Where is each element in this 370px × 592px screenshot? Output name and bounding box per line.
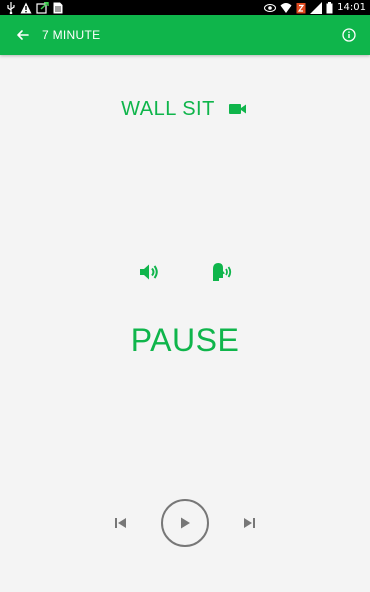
app-title: 7 MINUTE: [42, 28, 101, 42]
voice-toggle[interactable]: [210, 260, 234, 284]
exercise-header: WALL SIT: [0, 95, 370, 123]
voice-icon: [213, 263, 232, 281]
document-icon: [53, 2, 63, 13]
play-icon: [181, 517, 190, 529]
arrow-back-icon: [17, 30, 29, 40]
back-button[interactable]: [13, 25, 33, 45]
usb-icon: [7, 1, 15, 14]
info-icon: [342, 28, 356, 42]
play-button[interactable]: [161, 499, 209, 547]
video-button[interactable]: [227, 98, 249, 120]
info-button[interactable]: [340, 26, 358, 44]
volume-icon: [140, 264, 158, 280]
pause-button[interactable]: PAUSE: [0, 322, 370, 359]
exercise-name: WALL SIT: [121, 97, 215, 120]
status-right-icons: 14:01: [264, 1, 366, 14]
app-bar: 7 MINUTE: [0, 15, 370, 55]
signal-icon: [310, 1, 323, 14]
sync-icon: [36, 1, 49, 14]
wifi-icon: [280, 2, 292, 13]
status-left-icons: [6, 1, 63, 14]
previous-button[interactable]: [112, 514, 130, 532]
eye-icon: [264, 3, 277, 12]
status-bar: 14:01: [0, 0, 370, 15]
skip-next-icon: [244, 518, 255, 528]
warning-icon: [20, 2, 32, 13]
battery-icon: [326, 1, 333, 13]
videocam-icon: [228, 104, 246, 114]
alarm-icon: [296, 2, 306, 13]
next-button[interactable]: [240, 514, 258, 532]
sound-toggle[interactable]: [137, 260, 161, 284]
skip-previous-icon: [115, 518, 126, 528]
status-time: 14:01: [337, 2, 366, 13]
